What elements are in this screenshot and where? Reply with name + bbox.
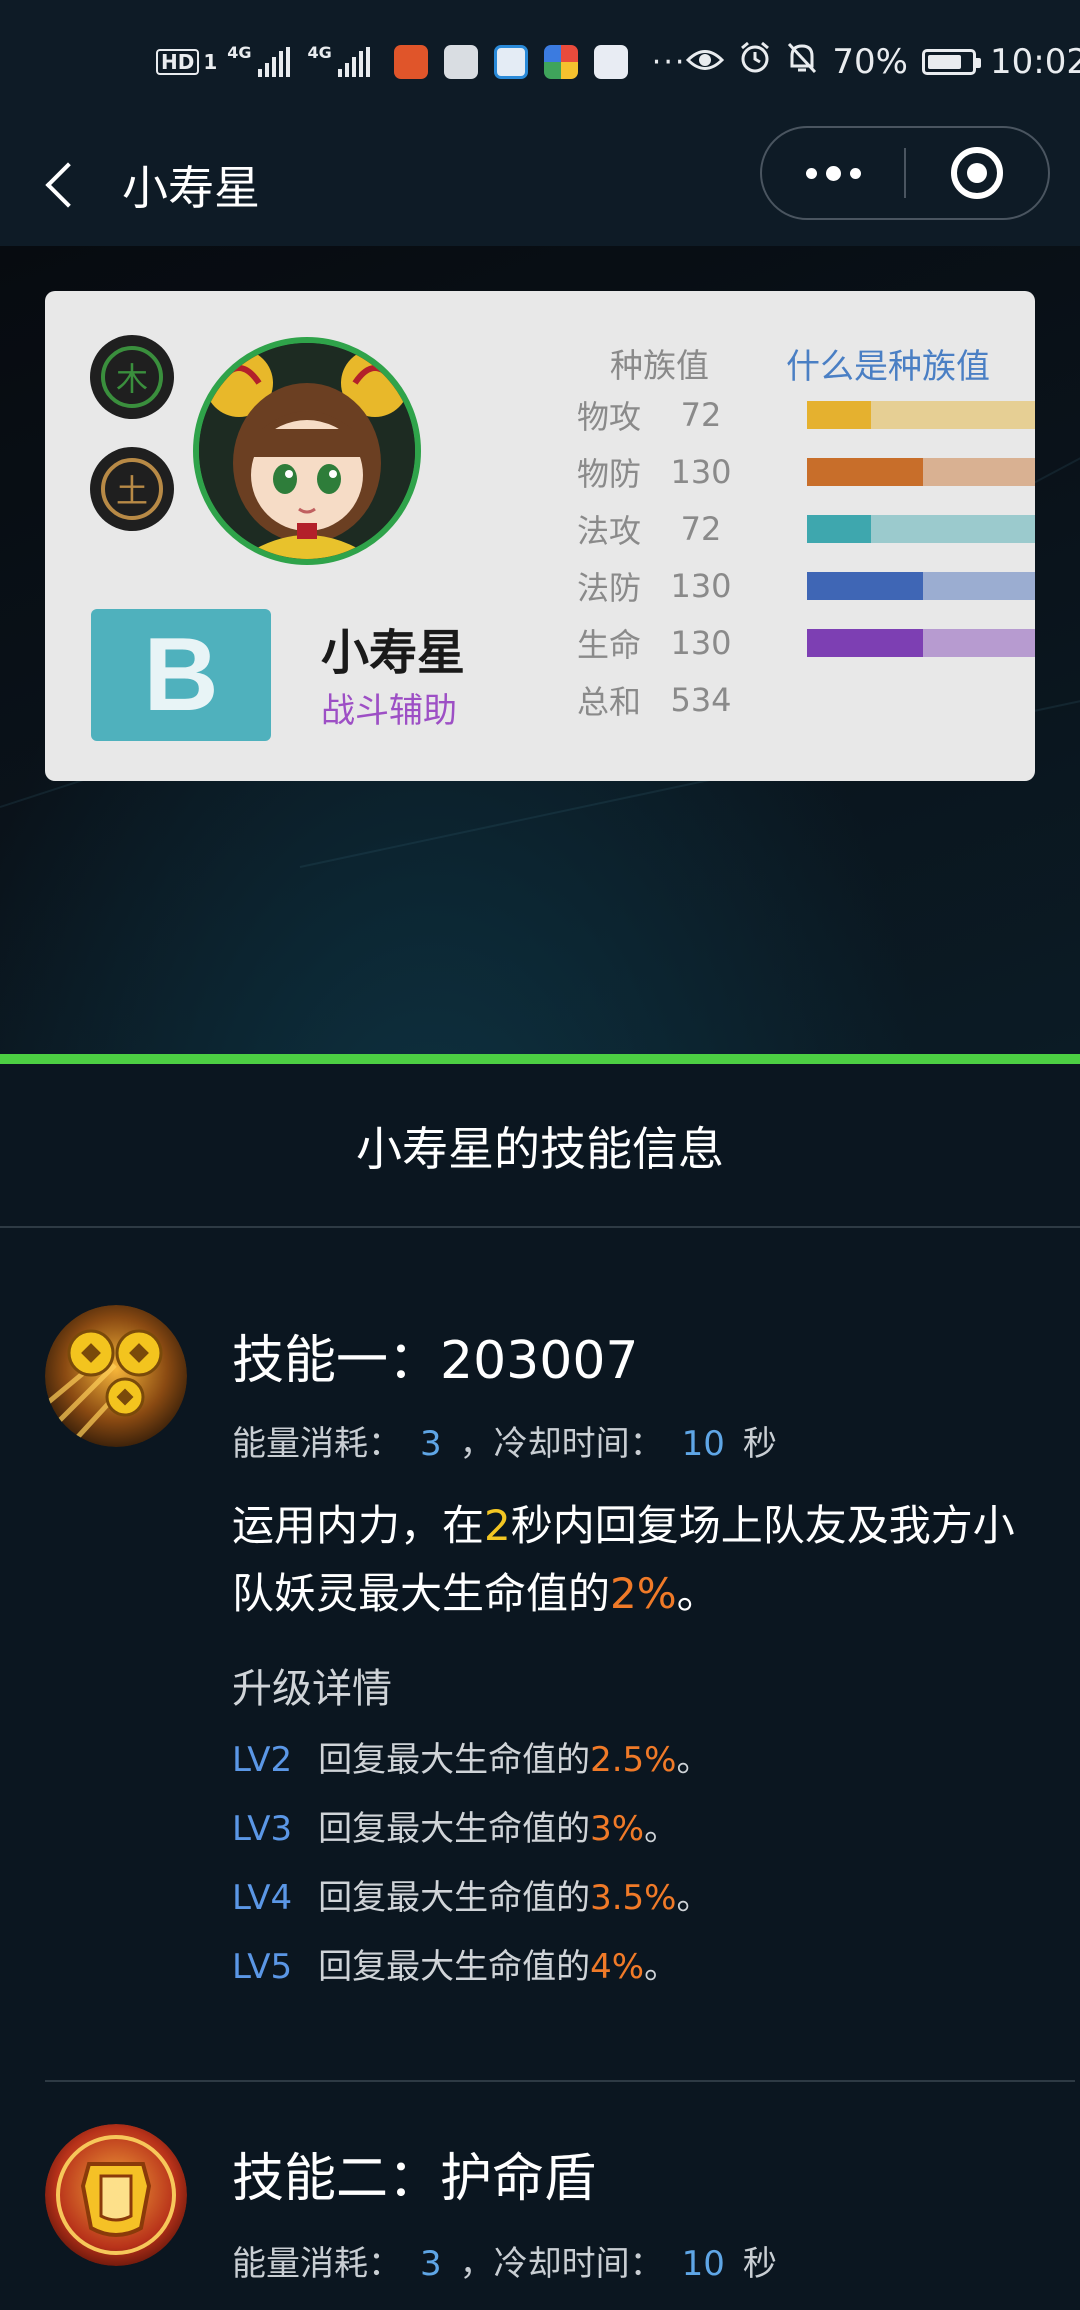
pet-name: 小寿星 [321,625,466,681]
energy-label: 能量消耗： [232,2244,402,2284]
stat-total-value: 534 [670,681,732,719]
level-label: LV2 [232,1740,293,1780]
app-icon [443,45,478,79]
stat-row: 生命 130 [577,621,1035,665]
network-type-1: 4G [227,42,252,62]
status-bar: HD 1 4G 4G ··· 70% 10:02 [0,0,1080,124]
target-icon [950,147,1003,199]
page-title: 小寿星 [122,161,260,215]
browser-app-icon [543,45,578,79]
pet-avatar [193,337,421,565]
pet-info-card: 木 土 B 小寿星 战斗辅助 种族值 什么是种族值 物攻 72 物防 130 法… [45,291,1035,781]
element-badge-wood: 木 [90,335,174,419]
cooldown-value: 10 [681,2244,725,2284]
cooldown-unit: 秒 [742,1424,777,1464]
mute-bell-icon [786,41,818,83]
highlight-duration: 2 [484,1501,511,1550]
stat-value: 130 [670,624,732,662]
more-notifications-icon: ··· [651,44,687,80]
video-app-icon [393,45,428,79]
race-value-header: 种族值 [610,346,709,385]
signal-icon [337,47,370,77]
nav-bar: 小寿星 [0,124,1080,246]
what-is-race-value-link[interactable]: 什么是种族值 [786,339,990,388]
coin-skill-icon [45,1305,187,1447]
eye-icon [686,43,725,81]
network-type-2: 4G [307,42,332,62]
more-menu-button[interactable] [762,128,904,218]
energy-value: 3 [420,2244,442,2284]
hd-indicator: HD [156,49,200,75]
skills-section-title: 小寿星的技能信息 [356,1122,724,1176]
stat-bar [807,515,1035,543]
stat-bar [807,629,1035,657]
upgrade-details-heading: 升级详情 [232,1666,392,1712]
level-label: LV4 [232,1878,293,1918]
back-arrow-icon[interactable] [36,155,96,215]
battery-icon [921,49,981,75]
sim-indicator: 1 [203,50,218,74]
stat-label: 物防 [577,455,642,493]
stat-row: 法防 130 [577,564,1035,608]
stat-value: 130 [670,567,732,605]
app-icon [493,45,528,79]
more-dots-icon [805,165,861,181]
highlight-percent: 2% [610,1569,677,1618]
upgrade-row: LV5 回复最大生命值的4%。 [232,1947,679,1987]
skill-name: 技能一：203007 [232,1331,639,1391]
clock: 10:02 [989,42,1080,82]
battery-percent: 70% [832,42,908,82]
level-label: LV3 [232,1809,293,1849]
section-accent-line [0,1054,1080,1064]
divider [45,2080,1075,2082]
stat-label: 生命 [577,626,642,664]
alarm-icon [738,41,772,83]
stat-row: 物攻 72 [577,393,1035,437]
cooldown-label: ，冷却时间： [459,2244,664,2284]
stat-bar [807,401,1035,429]
skill-name: 技能二：护命盾 [232,2149,597,2209]
stat-value: 130 [670,453,732,491]
skill-description: 运用内力，在2秒内回复场上队友及我方小队妖灵最大生命值的2%。 [232,1501,1015,1618]
cooldown-value: 10 [681,1424,725,1464]
stat-row: 物防 130 [577,450,1035,494]
pet-hero: 木 土 B 小寿星 战斗辅助 种族值 什么是种族值 物攻 72 物防 130 法… [0,246,1080,1054]
skill-meta: 能量消耗： 3 ，冷却时间： 10 秒 [232,1416,777,1465]
stat-total-label: 总和 [577,683,642,721]
stat-bar [807,458,1035,486]
stat-label: 物攻 [577,398,642,436]
element-badge-earth: 土 [90,447,174,531]
upgrade-row: LV3 回复最大生命值的3%。 [232,1809,679,1849]
stat-row: 法攻 72 [577,507,1035,551]
level-label: LV5 [232,1947,293,1987]
signal-icon [257,47,290,77]
cooldown-unit: 秒 [742,2244,777,2284]
upgrade-row: LV4 回复最大生命值的3.5%。 [232,1878,711,1918]
shield-skill-icon [45,2124,187,2266]
stat-total-row: 总和 534 [577,678,997,722]
stat-label: 法攻 [577,512,642,550]
pet-role: 战斗辅助 [321,691,457,731]
grade-badge: B [91,609,271,741]
app-icon [593,45,628,79]
energy-label: 能量消耗： [232,1424,402,1464]
stat-value: 72 [680,396,722,434]
cooldown-label: ，冷却时间： [459,1424,664,1464]
stat-label: 法防 [577,569,642,607]
stat-bar [807,572,1035,600]
close-mini-program-button[interactable] [906,128,1048,218]
energy-value: 3 [420,1424,442,1464]
divider [0,1226,1080,1228]
skill-meta: 能量消耗： 3 ，冷却时间： 10 秒 [232,2236,777,2285]
upgrade-row: LV2 回复最大生命值的2.5%。 [232,1740,711,1780]
stat-value: 72 [680,510,722,548]
mini-program-capsule [760,126,1050,220]
